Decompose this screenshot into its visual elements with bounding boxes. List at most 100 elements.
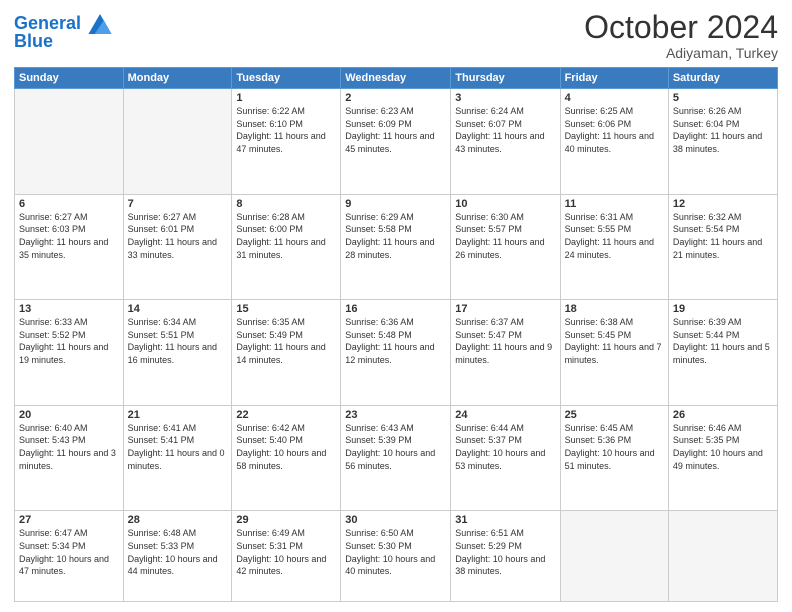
calendar-cell: 9Sunrise: 6:29 AM Sunset: 5:58 PM Daylig… [341, 194, 451, 300]
calendar-week-row: 6Sunrise: 6:27 AM Sunset: 6:03 PM Daylig… [15, 194, 778, 300]
calendar-header-row: SundayMondayTuesdayWednesdayThursdayFrid… [15, 68, 778, 89]
day-info: Sunrise: 6:30 AM Sunset: 5:57 PM Dayligh… [455, 211, 555, 261]
calendar-cell: 3Sunrise: 6:24 AM Sunset: 6:07 PM Daylig… [451, 89, 560, 195]
calendar-cell: 11Sunrise: 6:31 AM Sunset: 5:55 PM Dayli… [560, 194, 668, 300]
day-info: Sunrise: 6:28 AM Sunset: 6:00 PM Dayligh… [236, 211, 336, 261]
calendar-week-row: 1Sunrise: 6:22 AM Sunset: 6:10 PM Daylig… [15, 89, 778, 195]
day-info: Sunrise: 6:24 AM Sunset: 6:07 PM Dayligh… [455, 105, 555, 155]
calendar-cell: 7Sunrise: 6:27 AM Sunset: 6:01 PM Daylig… [123, 194, 232, 300]
weekday-header: Tuesday [232, 68, 341, 89]
day-info: Sunrise: 6:50 AM Sunset: 5:30 PM Dayligh… [345, 527, 446, 577]
day-number: 29 [236, 514, 336, 526]
calendar-cell: 2Sunrise: 6:23 AM Sunset: 6:09 PM Daylig… [341, 89, 451, 195]
calendar-cell: 29Sunrise: 6:49 AM Sunset: 5:31 PM Dayli… [232, 511, 341, 602]
day-number: 8 [236, 198, 336, 210]
day-info: Sunrise: 6:48 AM Sunset: 5:33 PM Dayligh… [128, 527, 228, 577]
calendar-cell [15, 89, 124, 195]
day-info: Sunrise: 6:27 AM Sunset: 6:01 PM Dayligh… [128, 211, 228, 261]
header: General Blue October 2024 Adiyaman, Turk… [14, 10, 778, 61]
calendar-cell: 31Sunrise: 6:51 AM Sunset: 5:29 PM Dayli… [451, 511, 560, 602]
day-number: 23 [345, 409, 446, 421]
calendar-cell: 25Sunrise: 6:45 AM Sunset: 5:36 PM Dayli… [560, 405, 668, 511]
day-number: 28 [128, 514, 228, 526]
day-number: 10 [455, 198, 555, 210]
calendar-cell: 8Sunrise: 6:28 AM Sunset: 6:00 PM Daylig… [232, 194, 341, 300]
day-number: 25 [565, 409, 664, 421]
day-number: 26 [673, 409, 773, 421]
day-info: Sunrise: 6:31 AM Sunset: 5:55 PM Dayligh… [565, 211, 664, 261]
day-info: Sunrise: 6:41 AM Sunset: 5:41 PM Dayligh… [128, 422, 228, 472]
day-number: 16 [345, 303, 446, 315]
calendar-cell: 19Sunrise: 6:39 AM Sunset: 5:44 PM Dayli… [668, 300, 777, 406]
calendar-week-row: 20Sunrise: 6:40 AM Sunset: 5:43 PM Dayli… [15, 405, 778, 511]
day-info: Sunrise: 6:32 AM Sunset: 5:54 PM Dayligh… [673, 211, 773, 261]
calendar-cell: 20Sunrise: 6:40 AM Sunset: 5:43 PM Dayli… [15, 405, 124, 511]
calendar-cell: 1Sunrise: 6:22 AM Sunset: 6:10 PM Daylig… [232, 89, 341, 195]
day-info: Sunrise: 6:51 AM Sunset: 5:29 PM Dayligh… [455, 527, 555, 577]
day-number: 13 [19, 303, 119, 315]
day-number: 2 [345, 92, 446, 104]
weekday-header: Friday [560, 68, 668, 89]
day-info: Sunrise: 6:49 AM Sunset: 5:31 PM Dayligh… [236, 527, 336, 577]
day-info: Sunrise: 6:34 AM Sunset: 5:51 PM Dayligh… [128, 316, 228, 366]
calendar-week-row: 27Sunrise: 6:47 AM Sunset: 5:34 PM Dayli… [15, 511, 778, 602]
day-info: Sunrise: 6:25 AM Sunset: 6:06 PM Dayligh… [565, 105, 664, 155]
month-title: October 2024 [584, 10, 778, 45]
day-number: 5 [673, 92, 773, 104]
calendar-cell: 4Sunrise: 6:25 AM Sunset: 6:06 PM Daylig… [560, 89, 668, 195]
day-info: Sunrise: 6:42 AM Sunset: 5:40 PM Dayligh… [236, 422, 336, 472]
day-info: Sunrise: 6:29 AM Sunset: 5:58 PM Dayligh… [345, 211, 446, 261]
day-info: Sunrise: 6:38 AM Sunset: 5:45 PM Dayligh… [565, 316, 664, 366]
day-info: Sunrise: 6:37 AM Sunset: 5:47 PM Dayligh… [455, 316, 555, 366]
title-block: October 2024 Adiyaman, Turkey [584, 10, 778, 61]
day-number: 27 [19, 514, 119, 526]
day-info: Sunrise: 6:36 AM Sunset: 5:48 PM Dayligh… [345, 316, 446, 366]
day-number: 9 [345, 198, 446, 210]
calendar-cell: 16Sunrise: 6:36 AM Sunset: 5:48 PM Dayli… [341, 300, 451, 406]
day-info: Sunrise: 6:47 AM Sunset: 5:34 PM Dayligh… [19, 527, 119, 577]
day-number: 24 [455, 409, 555, 421]
calendar-cell: 27Sunrise: 6:47 AM Sunset: 5:34 PM Dayli… [15, 511, 124, 602]
weekday-header: Saturday [668, 68, 777, 89]
day-info: Sunrise: 6:35 AM Sunset: 5:49 PM Dayligh… [236, 316, 336, 366]
calendar-cell [123, 89, 232, 195]
calendar-cell: 10Sunrise: 6:30 AM Sunset: 5:57 PM Dayli… [451, 194, 560, 300]
day-number: 14 [128, 303, 228, 315]
day-info: Sunrise: 6:44 AM Sunset: 5:37 PM Dayligh… [455, 422, 555, 472]
day-info: Sunrise: 6:26 AM Sunset: 6:04 PM Dayligh… [673, 105, 773, 155]
day-info: Sunrise: 6:40 AM Sunset: 5:43 PM Dayligh… [19, 422, 119, 472]
logo-blue: Blue [14, 32, 112, 52]
calendar-cell: 5Sunrise: 6:26 AM Sunset: 6:04 PM Daylig… [668, 89, 777, 195]
calendar-cell: 18Sunrise: 6:38 AM Sunset: 5:45 PM Dayli… [560, 300, 668, 406]
logo: General Blue [14, 14, 112, 52]
location-subtitle: Adiyaman, Turkey [584, 45, 778, 61]
day-number: 20 [19, 409, 119, 421]
calendar-cell [560, 511, 668, 602]
day-number: 1 [236, 92, 336, 104]
day-number: 4 [565, 92, 664, 104]
calendar: SundayMondayTuesdayWednesdayThursdayFrid… [14, 67, 778, 602]
calendar-cell: 28Sunrise: 6:48 AM Sunset: 5:33 PM Dayli… [123, 511, 232, 602]
calendar-cell: 17Sunrise: 6:37 AM Sunset: 5:47 PM Dayli… [451, 300, 560, 406]
day-number: 11 [565, 198, 664, 210]
day-number: 7 [128, 198, 228, 210]
calendar-week-row: 13Sunrise: 6:33 AM Sunset: 5:52 PM Dayli… [15, 300, 778, 406]
day-info: Sunrise: 6:45 AM Sunset: 5:36 PM Dayligh… [565, 422, 664, 472]
calendar-cell: 14Sunrise: 6:34 AM Sunset: 5:51 PM Dayli… [123, 300, 232, 406]
day-number: 18 [565, 303, 664, 315]
logo-icon [88, 14, 112, 34]
calendar-cell: 26Sunrise: 6:46 AM Sunset: 5:35 PM Dayli… [668, 405, 777, 511]
calendar-cell: 15Sunrise: 6:35 AM Sunset: 5:49 PM Dayli… [232, 300, 341, 406]
calendar-cell: 13Sunrise: 6:33 AM Sunset: 5:52 PM Dayli… [15, 300, 124, 406]
day-number: 17 [455, 303, 555, 315]
weekday-header: Thursday [451, 68, 560, 89]
day-number: 12 [673, 198, 773, 210]
weekday-header: Monday [123, 68, 232, 89]
day-info: Sunrise: 6:22 AM Sunset: 6:10 PM Dayligh… [236, 105, 336, 155]
day-number: 6 [19, 198, 119, 210]
calendar-cell: 6Sunrise: 6:27 AM Sunset: 6:03 PM Daylig… [15, 194, 124, 300]
day-number: 19 [673, 303, 773, 315]
weekday-header: Wednesday [341, 68, 451, 89]
day-info: Sunrise: 6:23 AM Sunset: 6:09 PM Dayligh… [345, 105, 446, 155]
day-info: Sunrise: 6:27 AM Sunset: 6:03 PM Dayligh… [19, 211, 119, 261]
